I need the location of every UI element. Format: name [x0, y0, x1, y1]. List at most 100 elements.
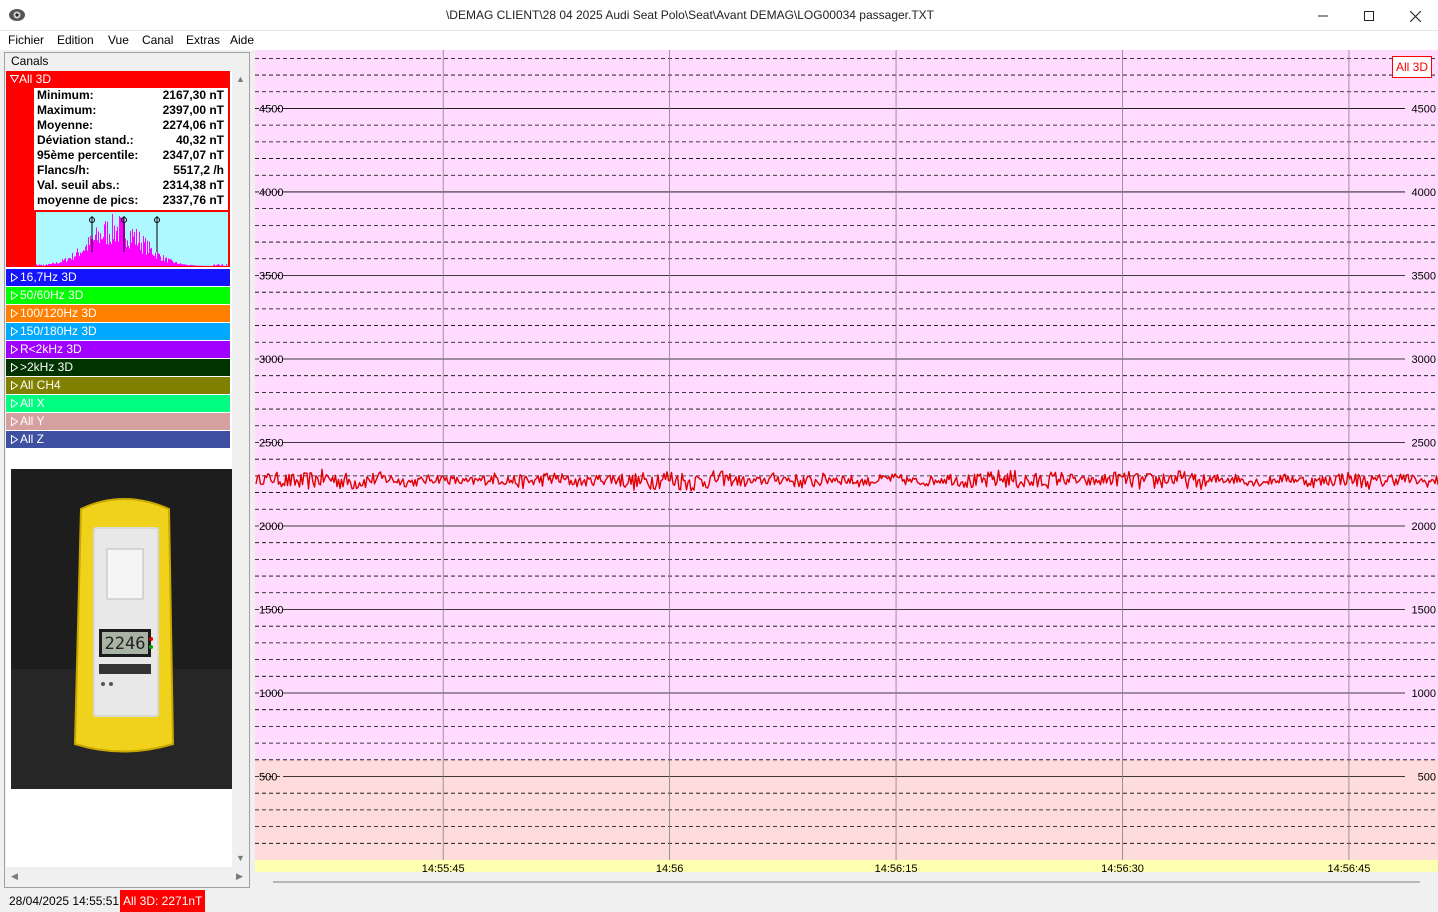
- histogram-bar: [128, 245, 129, 266]
- scroll-up-icon[interactable]: ▲: [236, 74, 245, 84]
- expand-triangle-icon[interactable]: [11, 326, 19, 337]
- y-tick-label-left: 3000: [259, 354, 283, 366]
- histogram-bar: [180, 263, 181, 266]
- histogram-bar: [165, 257, 166, 266]
- expand-triangle-icon[interactable]: [11, 380, 19, 391]
- y-tick-label-right: 3500: [1412, 270, 1436, 282]
- stat-value: 2347,07 nT: [162, 148, 224, 162]
- channel-item[interactable]: All CH4: [6, 377, 230, 394]
- histogram-bar: [152, 254, 153, 266]
- histogram-bar: [181, 263, 182, 266]
- close-button[interactable]: [1392, 0, 1438, 31]
- histogram-bar: [187, 264, 188, 266]
- stat-value: 2397,00 nT: [162, 103, 224, 117]
- channel-item-name: R<2kHz 3D: [20, 342, 82, 356]
- horizontal-scrollbar[interactable]: ◀ ▶: [6, 868, 249, 886]
- histogram-bar: [157, 251, 158, 266]
- expand-triangle-icon[interactable]: [11, 308, 19, 319]
- expand-triangle-icon[interactable]: [11, 416, 19, 427]
- histogram-bar: [150, 248, 151, 266]
- histogram-bar: [189, 265, 190, 266]
- histogram-bar: [87, 250, 88, 266]
- histogram-bar: [130, 230, 131, 266]
- expand-triangle-icon[interactable]: [11, 362, 19, 373]
- menu-extras[interactable]: Extras: [186, 33, 220, 47]
- y-tick-label-left: 500: [259, 771, 277, 783]
- histogram-bar: [86, 244, 87, 266]
- histogram-bar: [90, 235, 91, 266]
- menu-fichier[interactable]: Fichier: [8, 33, 44, 47]
- collapse-triangle-icon[interactable]: [9, 75, 20, 83]
- scroll-right-icon[interactable]: ▶: [236, 871, 243, 882]
- channel-name: All 3D: [19, 72, 52, 86]
- legend-all-3d[interactable]: All 3D: [1392, 56, 1432, 78]
- histogram-bar: [72, 252, 73, 266]
- histogram-bar: [96, 227, 97, 266]
- histogram-bar: [217, 264, 218, 266]
- y-tick-label-right: 4500: [1412, 103, 1436, 115]
- histogram-bar: [71, 259, 72, 266]
- histogram-bar: [143, 235, 144, 266]
- scroll-down-icon[interactable]: ▼: [236, 853, 245, 863]
- histogram-bar: [65, 257, 66, 266]
- histogram-bar: [56, 262, 57, 266]
- stat-value: 40,32 nT: [175, 133, 224, 147]
- menu-canal[interactable]: Canal: [142, 33, 173, 47]
- menu-aide[interactable]: Aide: [230, 33, 254, 47]
- channel-all-3d-expanded[interactable]: All 3D Minimum: 2167,30 nT Maximum: 2397,0…: [6, 71, 230, 267]
- menu-edition[interactable]: Edition: [57, 33, 94, 47]
- stat-value: 5517,2 /h: [173, 163, 224, 177]
- menu-vue[interactable]: Vue: [108, 33, 129, 47]
- maximize-button[interactable]: [1346, 0, 1392, 31]
- channel-item[interactable]: All X: [6, 395, 230, 412]
- y-tick-label-right: 1500: [1412, 604, 1436, 616]
- channel-item-label: 50/60Hz 3D: [11, 288, 83, 302]
- histogram-bar: [104, 224, 105, 266]
- expand-triangle-icon[interactable]: [11, 290, 19, 301]
- y-tick-label-left: 4500: [259, 103, 283, 115]
- channel-title-row: All 3D: [9, 72, 52, 86]
- channel-item[interactable]: All Z: [6, 431, 230, 448]
- histogram-bar: [53, 262, 54, 266]
- histogram-bar: [120, 217, 121, 266]
- channel-list: All 3D Minimum: 2167,30 nT Maximum: 2397,0…: [6, 71, 232, 867]
- stat-value: 2314,38 nT: [162, 178, 224, 192]
- channel-item-label: 100/120Hz 3D: [11, 306, 97, 320]
- histogram-bar: [49, 264, 50, 266]
- histogram-bar: [121, 217, 122, 266]
- histogram-bar: [164, 261, 165, 266]
- histogram-bar: [60, 262, 61, 266]
- channel-item[interactable]: All Y: [6, 413, 230, 430]
- vertical-scrollbar[interactable]: ▲ ▼: [233, 71, 249, 867]
- histogram-bar: [146, 255, 147, 266]
- channel-item[interactable]: 16,7Hz 3D: [6, 269, 230, 286]
- histogram-bar: [194, 265, 195, 266]
- x-tick-label: 14:56:15: [875, 863, 918, 875]
- y-tick-label-left: 4000: [259, 187, 283, 199]
- chart-area[interactable]: 500 500 1000 1000 1500 1500 2000 2000 2500 2500 30…: [255, 50, 1438, 886]
- stats-box: Minimum: 2167,30 nT Maximum: 2397,00 nT Mo…: [34, 88, 228, 210]
- histogram-bar: [70, 258, 71, 266]
- expand-triangle-icon[interactable]: [11, 344, 19, 355]
- histogram-bar: [177, 263, 178, 266]
- histogram-bar: [167, 262, 168, 266]
- minimize-icon: [1318, 15, 1328, 17]
- minimize-button[interactable]: [1300, 0, 1346, 31]
- channel-item[interactable]: 150/180Hz 3D: [6, 323, 230, 340]
- histogram-bar: [108, 244, 109, 266]
- expand-triangle-icon[interactable]: [11, 434, 19, 445]
- histogram-bar: [133, 236, 134, 266]
- histogram-bar: [122, 218, 123, 266]
- channel-item[interactable]: 100/120Hz 3D: [6, 305, 230, 322]
- expand-triangle-icon[interactable]: [11, 398, 19, 409]
- channel-item[interactable]: R<2kHz 3D: [6, 341, 230, 358]
- histogram-bar: [214, 264, 215, 266]
- histogram-bar: [169, 259, 170, 266]
- expand-triangle-icon[interactable]: [11, 272, 19, 283]
- y-tick-label-right: 1000: [1412, 688, 1436, 700]
- histogram-bar: [134, 232, 135, 266]
- scroll-left-icon[interactable]: ◀: [11, 871, 18, 882]
- histogram-bar: [149, 241, 150, 266]
- channel-item[interactable]: >2kHz 3D: [6, 359, 230, 376]
- channel-item[interactable]: 50/60Hz 3D: [6, 287, 230, 304]
